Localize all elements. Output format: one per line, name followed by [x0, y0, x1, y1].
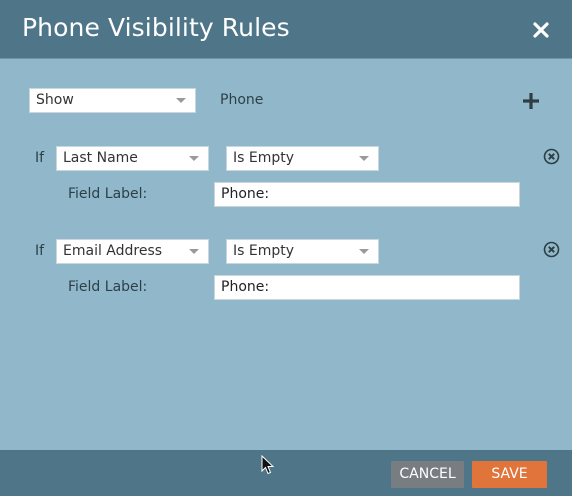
field-label-caption: Field Label: [68, 186, 148, 202]
chevron-down-icon [189, 249, 199, 254]
rule-operator-value: Is Empty [233, 150, 295, 166]
rule-operator-select[interactable]: Is Empty [226, 239, 379, 264]
field-label-input[interactable]: Phone: [214, 275, 520, 300]
chevron-down-icon [176, 98, 186, 103]
field-label-caption: Field Label: [68, 279, 148, 295]
target-field-name: Phone [220, 92, 264, 108]
chevron-down-icon [359, 249, 369, 254]
field-label-input[interactable]: Phone: [214, 182, 520, 207]
dialog-title: Phone Visibility Rules [22, 13, 290, 42]
rule-field-select[interactable]: Email Address [56, 239, 209, 264]
rule-if-label: If [35, 150, 45, 166]
rule-operator-value: Is Empty [233, 243, 295, 259]
dialog-header: Phone Visibility Rules [0, 0, 572, 59]
chevron-down-icon [359, 156, 369, 161]
remove-circle-icon[interactable] [543, 148, 560, 165]
dialog-footer: CANCEL SAVE [0, 450, 572, 496]
visibility-action-value: Show [36, 92, 74, 108]
visibility-action-select[interactable]: Show [29, 88, 196, 113]
close-icon[interactable] [530, 19, 552, 41]
rule-operator-select[interactable]: Is Empty [226, 146, 379, 171]
mouse-pointer-icon [261, 455, 275, 475]
cancel-button[interactable]: CANCEL [391, 461, 464, 488]
plus-icon[interactable] [521, 91, 541, 111]
chevron-down-icon [189, 156, 199, 161]
rule-field-select[interactable]: Last Name [56, 146, 209, 171]
rule-if-label: If [35, 243, 45, 259]
rule-field-value: Email Address [63, 243, 163, 259]
save-button[interactable]: SAVE [472, 461, 547, 488]
remove-circle-icon[interactable] [543, 241, 560, 258]
rule-field-value: Last Name [63, 150, 138, 166]
